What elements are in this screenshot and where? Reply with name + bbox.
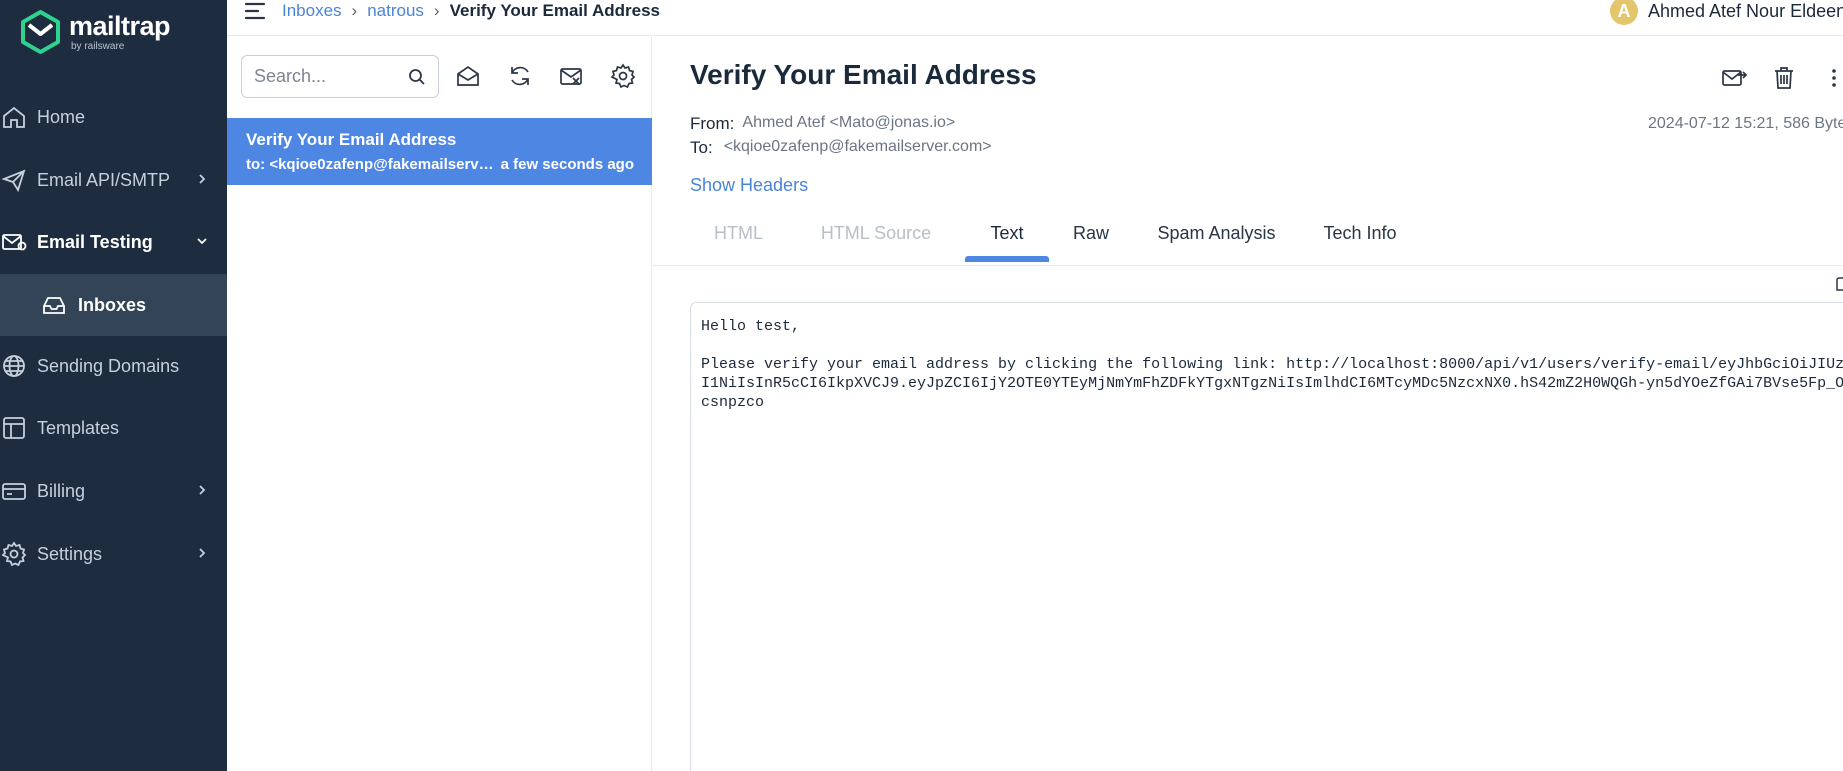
refresh-icon[interactable] (507, 63, 533, 89)
logo-tagline: by railsware (71, 40, 125, 52)
logo-name: mailtrap (69, 10, 171, 41)
billing-icon (1, 478, 27, 504)
message-subject: Verify Your Email Address (246, 130, 457, 149)
search-box (241, 55, 439, 98)
from-value: Ahmed Atef <Mato@jonas.io> (742, 114, 956, 131)
tab-html-source[interactable]: HTML Source (787, 209, 965, 262)
sidebar-subitem-label: Inboxes (78, 294, 147, 315)
chevron-right-icon (199, 548, 206, 558)
sidebar-item-label: Email API/SMTP (37, 169, 171, 190)
hamburger-menu-icon[interactable] (244, 1, 266, 21)
sidebar: mailtrap by railsware Home Email API/SMT… (0, 0, 227, 771)
templates-icon (1, 415, 27, 441)
from-row: From: Ahmed Atef <Mato@jonas.io> (690, 114, 955, 134)
sidebar-item-billing[interactable]: Billing (0, 461, 227, 521)
sidebar-item-email-api[interactable]: Email API/SMTP (0, 150, 227, 210)
clear-inbox-icon[interactable] (558, 63, 584, 89)
mark-read-icon[interactable] (455, 63, 481, 89)
sidebar-item-label: Billing (37, 480, 86, 501)
message-list-item[interactable]: Verify Your Email Address to: <kqioe0zaf… (227, 118, 652, 185)
forward-icon[interactable] (1721, 65, 1747, 91)
chevron-down-icon (197, 238, 207, 245)
tab-raw[interactable]: Raw (1049, 209, 1133, 262)
sidebar-item-label: Templates (37, 417, 120, 438)
breadcrumb-current: Verify Your Email Address (449, 1, 660, 20)
message-body-text: Hello test, Please verify your email add… (690, 302, 1843, 771)
globe-icon (1, 353, 27, 379)
message-title: Verify Your Email Address (690, 59, 1037, 90)
user-name: Ahmed Atef Nour Eldeen (1648, 0, 1843, 21)
sidebar-item-inboxes[interactable]: Inboxes (0, 274, 227, 336)
breadcrumb-inbox[interactable]: natrous (367, 1, 424, 21)
mailtrap-logo-icon (21, 10, 60, 54)
tabs-divider (653, 265, 1843, 266)
sidebar-item-label: Home (37, 106, 86, 127)
topbar: Inboxes › natrous › Verify Your Email Ad… (227, 0, 1843, 36)
settings-icon (1, 541, 27, 567)
message-time: a few seconds ago (500, 156, 634, 173)
tab-html[interactable]: HTML (690, 209, 787, 262)
breadcrumb-inboxes[interactable]: Inboxes (282, 1, 342, 21)
search-icon[interactable] (408, 68, 426, 86)
active-tab-indicator (965, 256, 1049, 262)
chevron-right-icon (199, 174, 206, 184)
home-icon (1, 104, 27, 130)
breadcrumb-separator-icon: › (351, 1, 358, 20)
breadcrumb-separator-icon: › (433, 1, 440, 20)
user-menu[interactable]: A Ahmed Atef Nour Eldeen (1610, 0, 1843, 25)
chevron-right-icon (199, 485, 206, 495)
sidebar-item-home[interactable]: Home (0, 87, 227, 147)
search-input[interactable] (254, 66, 404, 87)
sidebar-item-label: Settings (37, 543, 103, 564)
message-list-pane: Verify Your Email Address to: <kqioe0zaf… (227, 37, 652, 771)
breadcrumb: Inboxes › natrous › Verify Your Email Ad… (282, 0, 660, 22)
sidebar-item-settings[interactable]: Settings (0, 524, 227, 584)
tab-label: Text (990, 223, 1024, 243)
inbox-settings-icon[interactable] (610, 63, 636, 89)
show-headers-link[interactable]: Show Headers (690, 175, 808, 196)
sidebar-item-email-testing[interactable]: Email Testing (0, 212, 227, 272)
message-meta: 2024-07-12 15:21, 586 Bytes (1648, 115, 1843, 132)
avatar: A (1610, 0, 1638, 25)
send-icon (1, 167, 27, 193)
to-label: To: (690, 138, 713, 157)
inbox-icon (41, 292, 67, 318)
from-label: From: (690, 114, 735, 133)
tab-spam-analysis[interactable]: Spam Analysis (1133, 209, 1300, 262)
message-view-pane: Verify Your Email Address From: Ahmed At… (653, 37, 1843, 771)
tab-label: Spam Analysis (1157, 223, 1276, 243)
delete-icon[interactable] (1771, 65, 1797, 91)
to-value: <kqioe0zafenp@fakemailserver.com> (723, 138, 992, 155)
sidebar-item-sending-domains[interactable]: Sending Domains (0, 336, 227, 396)
sidebar-item-templates[interactable]: Templates (0, 398, 227, 458)
tab-label: HTML Source (820, 223, 932, 243)
tab-label: Raw (1072, 223, 1109, 243)
tab-tech-info[interactable]: Tech Info (1300, 209, 1420, 262)
logo[interactable]: mailtrap by railsware (20, 10, 171, 54)
tab-label: HTML (714, 223, 763, 243)
to-row: To: <kqioe0zafenp@fakemailserver.com> (690, 138, 992, 158)
sidebar-item-label: Sending Domains (37, 355, 180, 376)
message-recipient: to: <kqioe0zafenp@fakemailserver.com> (246, 156, 496, 173)
sidebar-item-label: Email Testing (37, 231, 153, 252)
app: mailtrap by railsware Home Email API/SMT… (0, 0, 1843, 771)
tab-text[interactable]: Text (965, 209, 1049, 262)
more-options-icon[interactable] (1821, 65, 1836, 91)
copy-icon[interactable] (1836, 277, 1843, 291)
tab-label: Tech Info (1323, 223, 1397, 243)
email-testing-icon (1, 229, 27, 255)
